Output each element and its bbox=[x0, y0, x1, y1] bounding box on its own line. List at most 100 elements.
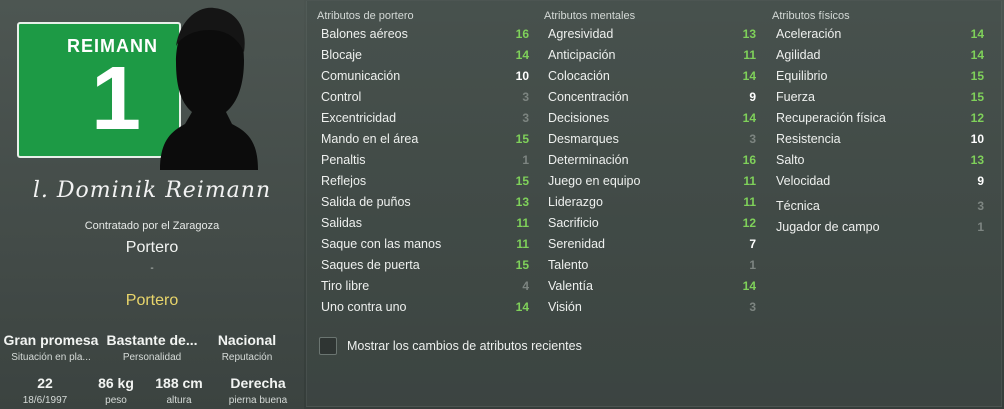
attribute-name: Liderazgo bbox=[548, 195, 603, 209]
attribute-row[interactable]: Jugador de campo 1 bbox=[768, 217, 988, 238]
attribute-row[interactable]: Aceleración 14 bbox=[768, 24, 988, 45]
attribute-row[interactable]: Visión 3 bbox=[540, 297, 760, 318]
info-personality-label: Personalidad bbox=[122, 352, 182, 363]
attribute-row[interactable]: Salida de puños 13 bbox=[313, 192, 533, 213]
attribute-name: Velocidad bbox=[776, 174, 831, 188]
attribute-name: Colocación bbox=[548, 69, 610, 83]
attribute-name: Visión bbox=[548, 300, 582, 314]
player-silhouette-icon bbox=[160, 7, 258, 170]
player-role: Portero bbox=[125, 239, 179, 256]
attribute-row[interactable]: Concentración 9 bbox=[540, 87, 760, 108]
attribute-name: Agilidad bbox=[776, 48, 821, 62]
attribute-row[interactable]: Salto 13 bbox=[768, 150, 988, 171]
attribute-row[interactable]: Tiro libre 4 bbox=[313, 276, 533, 297]
attribute-name: Fuerza bbox=[776, 90, 815, 104]
attribute-row[interactable]: Talento 1 bbox=[540, 255, 760, 276]
attribute-name: Salto bbox=[776, 153, 805, 167]
column-title: Atributos mentales bbox=[544, 10, 636, 22]
info-status-value: Gran promesa bbox=[3, 332, 99, 348]
attribute-row[interactable]: Blocaje 14 bbox=[313, 45, 533, 66]
attribute-value: 1 bbox=[749, 258, 756, 272]
attribute-row[interactable]: Equilibrio 15 bbox=[768, 66, 988, 87]
attribute-name: Decisiones bbox=[548, 111, 610, 125]
physical-attributes-column: Atributos físicos Aceleración 14 Agilidad 1… bbox=[768, 8, 988, 238]
player-position[interactable]: Portero bbox=[0, 292, 304, 310]
attribute-row[interactable]: Saques de puerta 15 bbox=[313, 255, 533, 276]
recent-changes-toggle[interactable]: Mostrar los cambios de atributos recient… bbox=[319, 337, 582, 355]
attribute-row[interactable]: Decisiones 14 bbox=[540, 108, 760, 129]
attribute-row[interactable]: Técnica 3 bbox=[768, 196, 988, 217]
attribute-row[interactable]: Valentía 14 bbox=[540, 276, 760, 297]
extra-attribute-list: Técnica 3 Jugador de campo 1 bbox=[768, 196, 988, 238]
attribute-value: 14 bbox=[970, 27, 984, 41]
recent-changes-checkbox[interactable] bbox=[319, 337, 337, 355]
attribute-value: 9 bbox=[977, 174, 984, 188]
info-status: Gran promesa Situación en pla... bbox=[0, 332, 102, 363]
attribute-value: 15 bbox=[515, 174, 529, 188]
attribute-value: 10 bbox=[970, 132, 984, 146]
attribute-row[interactable]: Excentricidad 3 bbox=[313, 108, 533, 129]
info-foot-label: pierna buena bbox=[228, 395, 288, 406]
attribute-row[interactable]: Comunicación 10 bbox=[313, 66, 533, 87]
attribute-name: Juego en equipo bbox=[548, 174, 641, 188]
attribute-row[interactable]: Serenidad 7 bbox=[540, 234, 760, 255]
attribute-row[interactable]: Penaltis 1 bbox=[313, 150, 533, 171]
attribute-row[interactable]: Juego en equipo 11 bbox=[540, 171, 760, 192]
attributes-area: Atributos de portero Balones aéreos 16 Blo… bbox=[306, 0, 1004, 409]
attribute-value: 7 bbox=[749, 237, 756, 251]
attribute-value: 4 bbox=[522, 279, 529, 293]
attribute-row[interactable]: Resistencia 10 bbox=[768, 129, 988, 150]
attribute-value: 11 bbox=[516, 216, 529, 230]
attribute-row[interactable]: Uno contra uno 14 bbox=[313, 297, 533, 318]
attribute-row[interactable]: Determinación 16 bbox=[540, 150, 760, 171]
info-status-label: Situación en pla... bbox=[11, 352, 91, 363]
info-age: 22 18/6/1997 bbox=[0, 375, 90, 406]
attribute-row[interactable]: Liderazgo 11 bbox=[540, 192, 760, 213]
attribute-row[interactable]: Fuerza 15 bbox=[768, 87, 988, 108]
attribute-value: 14 bbox=[742, 279, 756, 293]
attribute-list: Agresividad 13 Anticipación 11 Colocación 14 C… bbox=[540, 24, 760, 318]
attribute-value: 14 bbox=[515, 300, 529, 314]
attribute-row[interactable]: Agilidad 14 bbox=[768, 45, 988, 66]
info-weight-label: peso bbox=[105, 395, 127, 406]
attribute-row[interactable]: Mando en el área 15 bbox=[313, 129, 533, 150]
shirt-number: 1 bbox=[91, 49, 142, 149]
attribute-value: 10 bbox=[515, 69, 529, 83]
info-personality-value: Bastante de... bbox=[106, 332, 198, 348]
attribute-name: Saques de puerta bbox=[321, 258, 420, 272]
attribute-row[interactable]: Salidas 11 bbox=[313, 213, 533, 234]
attribute-row[interactable]: Desmarques 3 bbox=[540, 129, 760, 150]
attribute-row[interactable]: Control 3 bbox=[313, 87, 533, 108]
attribute-value: 13 bbox=[515, 195, 529, 209]
info-reputation-value: Nacional bbox=[217, 332, 277, 348]
attribute-row[interactable]: Sacrificio 12 bbox=[540, 213, 760, 234]
attribute-name: Determinación bbox=[548, 153, 629, 167]
attribute-value: 16 bbox=[515, 27, 529, 41]
attribute-name: Reflejos bbox=[321, 174, 367, 188]
attribute-row[interactable]: Saque con las manos 11 bbox=[313, 234, 533, 255]
attribute-name: Serenidad bbox=[548, 237, 605, 251]
attribute-name: Valentía bbox=[548, 279, 593, 293]
attribute-name: Salida de puños bbox=[321, 195, 411, 209]
attribute-row[interactable]: Balones aéreos 16 bbox=[313, 24, 533, 45]
attribute-row[interactable]: Anticipación 11 bbox=[540, 45, 760, 66]
attribute-value: 9 bbox=[749, 90, 756, 104]
attribute-value: 13 bbox=[970, 153, 984, 167]
attribute-value: 3 bbox=[749, 132, 756, 146]
attribute-list: Balones aéreos 16 Blocaje 14 Comunicación 10 C… bbox=[313, 24, 533, 318]
info-height-value: 188 cm bbox=[155, 375, 203, 391]
attribute-value: 11 bbox=[743, 195, 756, 209]
attribute-name: Jugador de campo bbox=[776, 220, 880, 234]
attribute-row[interactable]: Velocidad 9 bbox=[768, 171, 988, 192]
contract-text: Contratado por el Zaragoza bbox=[84, 220, 220, 232]
attribute-row[interactable]: Colocación 14 bbox=[540, 66, 760, 87]
attribute-name: Técnica bbox=[776, 199, 820, 213]
player-signature: l. Dominik Reimann bbox=[32, 178, 272, 203]
attribute-row[interactable]: Agresividad 13 bbox=[540, 24, 760, 45]
attribute-name: Desmarques bbox=[548, 132, 619, 146]
attribute-row[interactable]: Reflejos 15 bbox=[313, 171, 533, 192]
attribute-name: Uno contra uno bbox=[321, 300, 407, 314]
attribute-name: Control bbox=[321, 90, 362, 104]
attribute-name: Talento bbox=[548, 258, 589, 272]
attribute-row[interactable]: Recuperación física 12 bbox=[768, 108, 988, 129]
